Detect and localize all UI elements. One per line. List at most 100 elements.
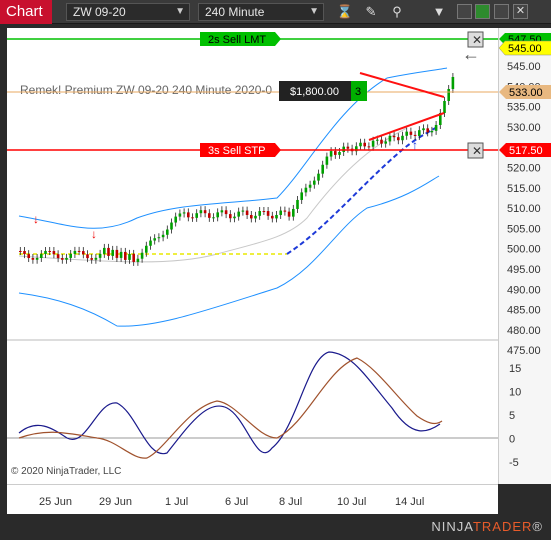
dropdown-menu-icon[interactable]: ▼ bbox=[430, 3, 448, 21]
interval-selector[interactable]: 240 Minute ▼ bbox=[198, 3, 324, 21]
candle-body bbox=[233, 216, 236, 219]
candle-body bbox=[187, 212, 190, 218]
candle-body bbox=[409, 131, 413, 135]
candle-body bbox=[292, 208, 295, 217]
candle-body bbox=[166, 229, 169, 235]
candle-body bbox=[98, 253, 102, 258]
date-tick-label: 1 Jul bbox=[165, 496, 188, 508]
copyright-text: © 2020 NinjaTrader, LLC bbox=[11, 466, 121, 477]
chart-panel[interactable]: Remek! Premium ZW 09-20 240 Minute 2020-… bbox=[7, 28, 498, 484]
candle-body bbox=[279, 210, 282, 215]
back-arrow-icon[interactable]: ← bbox=[462, 44, 480, 64]
instrument-selector[interactable]: ZW 09-20 ▼ bbox=[66, 3, 190, 21]
close-order-icon[interactable]: ✕ bbox=[472, 144, 482, 158]
date-tick-label: 29 Jun bbox=[99, 496, 132, 508]
price-tick-label: 530.00 bbox=[507, 122, 541, 134]
price-tick-label: 510.00 bbox=[507, 203, 541, 215]
candle-body bbox=[296, 199, 299, 209]
candle-body bbox=[149, 240, 152, 246]
candle-body bbox=[346, 146, 350, 149]
candle-body bbox=[77, 250, 81, 252]
candle-body bbox=[258, 211, 261, 216]
candle-body bbox=[430, 130, 434, 133]
candle-body bbox=[195, 213, 198, 218]
footer: NINJATRADER® bbox=[0, 514, 551, 540]
candle-body bbox=[338, 151, 341, 155]
candle-body bbox=[161, 234, 165, 238]
chart-label: Remek! Premium ZW 09-20 240 Minute 2020-… bbox=[20, 83, 272, 97]
candle-body bbox=[376, 139, 379, 141]
candle-body bbox=[447, 88, 450, 101]
candle-body bbox=[220, 210, 224, 213]
candle-body bbox=[27, 254, 30, 259]
candle-body bbox=[397, 137, 400, 141]
date-tick-label: 25 Jun bbox=[39, 496, 72, 508]
restore-button[interactable] bbox=[494, 4, 509, 19]
candle-body bbox=[371, 140, 375, 147]
candle-body bbox=[392, 135, 396, 138]
candle-body bbox=[44, 250, 47, 255]
candle-body bbox=[82, 251, 85, 255]
price-chart[interactable]: Remek! Premium ZW 09-20 240 Minute 2020-… bbox=[7, 28, 498, 484]
candle-body bbox=[86, 254, 89, 259]
osc-tick-label: 10 bbox=[509, 387, 521, 399]
app-title: Chart bbox=[0, 0, 52, 24]
price-tick-label: 480.00 bbox=[507, 325, 541, 337]
maximize-button[interactable] bbox=[475, 4, 490, 19]
svg-text:533.00: 533.00 bbox=[509, 87, 543, 99]
minimize-button[interactable] bbox=[457, 4, 472, 19]
candle-body bbox=[103, 247, 106, 254]
price-axis[interactable]: 545.00540.00535.00530.00525.00520.00515.… bbox=[498, 28, 551, 484]
close-button[interactable]: ✕ bbox=[513, 4, 528, 19]
osc-tick-label: 5 bbox=[509, 410, 515, 422]
candle-body bbox=[65, 257, 68, 260]
candle-body bbox=[388, 135, 392, 142]
time-axis[interactable]: 25 Jun 29 Jun 1 Jul 6 Jul 8 Jul 10 Jul 14 Jul bbox=[7, 484, 498, 514]
date-tick-label: 8 Jul bbox=[279, 496, 302, 508]
candle-body bbox=[153, 238, 156, 241]
osc-tick-label: -5 bbox=[509, 457, 519, 469]
candle-body bbox=[136, 258, 140, 262]
price-tick-label: 500.00 bbox=[507, 244, 541, 256]
candle-body bbox=[413, 134, 417, 136]
candle-body bbox=[212, 217, 215, 219]
candle-body bbox=[283, 210, 287, 212]
candle-body bbox=[300, 192, 303, 200]
stop-price-tag: 517.50 bbox=[499, 143, 551, 157]
candle-body bbox=[52, 251, 56, 255]
candle-body bbox=[325, 156, 329, 165]
candle-body bbox=[422, 128, 425, 131]
candle-body bbox=[266, 211, 270, 216]
candle-body bbox=[317, 173, 320, 181]
title-bar: Chart ZW 09-20 ▼ 240 Minute ▼ ⌛ ✎ ⚲ ▼ ✕ bbox=[0, 0, 551, 24]
candle-body bbox=[418, 130, 421, 136]
candle-body bbox=[308, 184, 312, 188]
candle-body bbox=[90, 258, 93, 260]
candle-body bbox=[23, 251, 26, 255]
candle-body bbox=[115, 249, 119, 258]
candle-body bbox=[334, 151, 337, 155]
bar-chart-icon[interactable]: ⌛ bbox=[336, 3, 354, 21]
price-tick-label: 495.00 bbox=[507, 264, 541, 276]
svg-text:545.00: 545.00 bbox=[508, 43, 542, 55]
oscillator-slow-line bbox=[18, 357, 443, 459]
chevron-down-icon: ▼ bbox=[175, 6, 185, 17]
price-tick-label: 490.00 bbox=[507, 284, 541, 296]
candle-body bbox=[174, 216, 177, 223]
candle-body bbox=[443, 100, 446, 113]
position-marker[interactable]: $1,800.00 3 bbox=[279, 81, 367, 101]
price-tick-label: 475.00 bbox=[507, 345, 541, 357]
candle-body bbox=[275, 214, 278, 219]
candle-body bbox=[329, 151, 333, 157]
candle-body bbox=[111, 249, 114, 256]
candle-body bbox=[254, 215, 257, 219]
zoom-icon[interactable]: ⚲ bbox=[388, 3, 406, 21]
candle-body bbox=[73, 250, 77, 254]
price-tick-label: 515.00 bbox=[507, 183, 541, 195]
pencil-icon[interactable]: ✎ bbox=[362, 3, 380, 21]
position-quantity: 3 bbox=[355, 86, 361, 98]
candle-body bbox=[359, 142, 362, 147]
candle-body bbox=[245, 210, 249, 215]
svg-text:517.50: 517.50 bbox=[509, 145, 543, 157]
down-arrow-icon: ↓ bbox=[91, 227, 97, 241]
